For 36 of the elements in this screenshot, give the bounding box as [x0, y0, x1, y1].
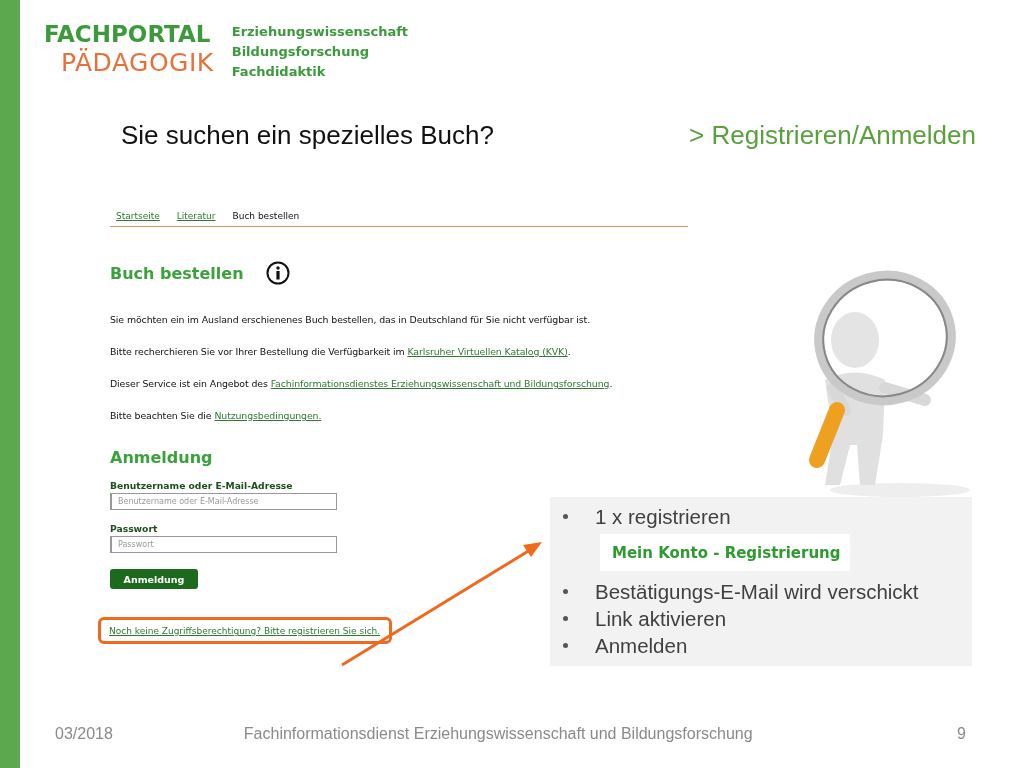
section-title: Anmeldung [110, 448, 213, 467]
bullet-text: Anmelden [595, 633, 688, 658]
bullet-icon [563, 589, 568, 594]
register-link[interactable]: Noch keine Zugriffsberechtigung? Bitte registrieren Sie sich. [109, 626, 381, 636]
crumb-current: Buch bestellen [232, 211, 300, 221]
logo-topic: Erziehungswissenschaft [231, 23, 409, 41]
page-title: Buch bestellen [110, 263, 244, 283]
text-link[interactable]: Karlsruher Virtuellen Katalog (KVK) [407, 346, 568, 357]
footer-date: 03/2018 [55, 725, 113, 743]
logo-topic: Fachdidaktik [231, 63, 327, 81]
bullet-text: Bestätigungs-E-Mail wird verschickt [595, 579, 919, 604]
input-field[interactable]: Passwort [110, 536, 337, 553]
logo-title: FACHPORTAL [44, 20, 212, 48]
login-button[interactable]: Anmeldung [110, 569, 198, 589]
paragraph-text: Sie möchten ein im Ausland erschienenes Buch bestellen, das in Deutschland für Sie nicht verfügbar ist. [110, 314, 592, 327]
field-label: Benutzername oder E-Mail-Adresse [110, 480, 293, 491]
paragraph-text: Bitte beachten Sie die Nutzungsbedingungen. [110, 410, 323, 423]
bullet-text: Link aktivieren [595, 606, 727, 631]
bullet-icon [563, 514, 568, 519]
bullet-text: 1 x registrieren [595, 504, 731, 529]
info-icon [265, 261, 290, 285]
field-label: Passwort [110, 523, 158, 534]
text-link[interactable]: Nutzungsbedingungen. [214, 410, 322, 421]
crumb-link[interactable]: Literatur [176, 211, 216, 221]
logo-topic: Bildungsforschung [231, 43, 370, 61]
bullet-icon [563, 616, 568, 621]
paragraph-text: Dieser Service ist ein Angebot des Fachinformationsdienstes Erziehungswissenschaft und Bildungsforschung. [110, 378, 614, 391]
logo-subtitle: PÄDAGOGIK [60, 48, 214, 78]
input-field[interactable]: Benutzername oder E-Mail-Adresse [110, 493, 337, 510]
paragraph-text: Bitte recherchieren Sie vor Ihrer Bestellung die Verfügbarkeit im Karlsruher Virtuellen Katalog (KVK). [110, 346, 572, 359]
page-number: 9 [957, 725, 966, 743]
bullet-icon [563, 643, 568, 648]
slide-heading: Sie suchen ein spezielles Buch? [121, 120, 494, 151]
footer-source: Fachinformationsdienst Erziehungswissenschaft und Bildungsforschung [243, 725, 754, 743]
crumb-link[interactable]: Startseite [116, 211, 160, 221]
account-badge: Mein Konto - Registrierung [600, 534, 850, 571]
